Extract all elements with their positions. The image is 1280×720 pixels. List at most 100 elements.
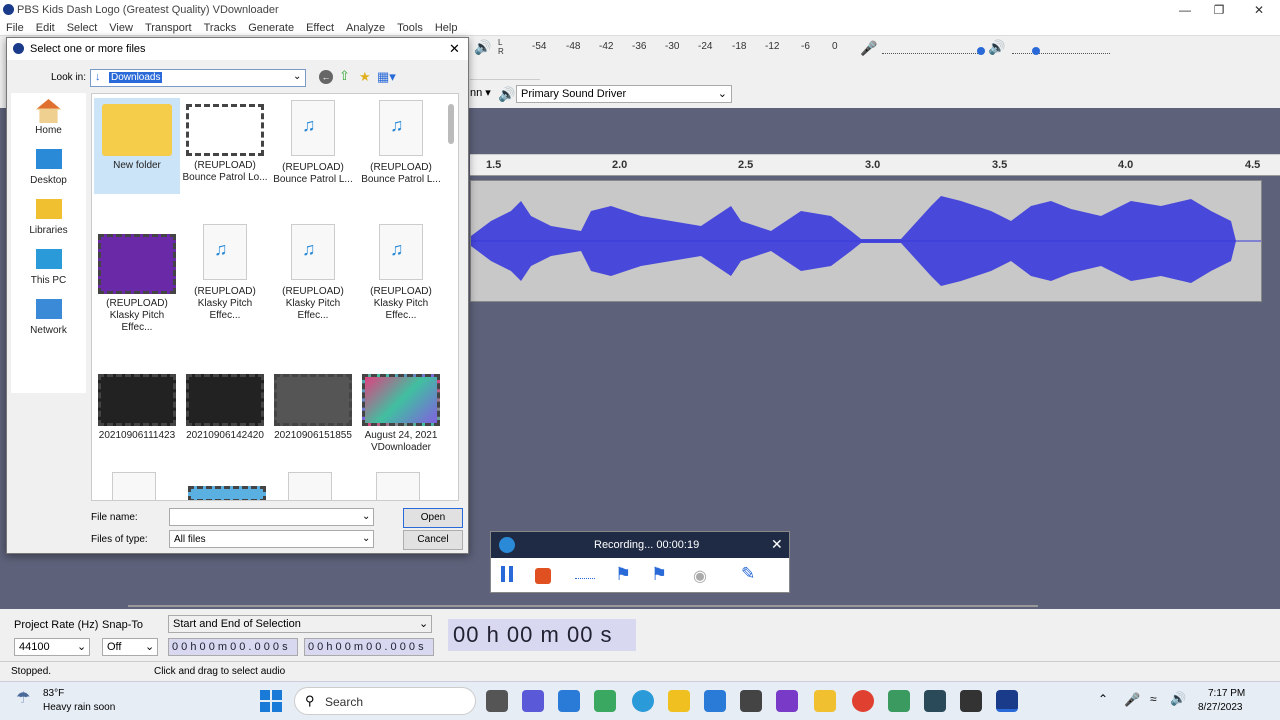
file-name: Klasky Pitch Effec... [285,298,341,321]
app-icon[interactable] [960,690,982,712]
menu-tracks[interactable]: Tracks [198,20,243,36]
place-home[interactable]: Home [11,99,86,136]
video-thumbnail-icon [98,374,176,426]
volume-icon[interactable]: 🔊 [1170,691,1186,707]
selection-start-time[interactable]: 0 0 h 0 0 m 0 0 . 0 0 0 s [168,638,298,656]
title-bar: PBS Kids Dash Logo (Greatest Quality) VD… [0,0,1280,20]
mail-icon[interactable] [704,690,726,712]
audio-track[interactable] [470,180,1262,302]
dialog-close-button[interactable]: ✕ [449,41,460,57]
chat-icon[interactable] [522,690,544,712]
file-explorer-icon[interactable] [814,690,836,712]
highlight-marker-icon[interactable]: ⚑ [651,564,667,585]
menu-file[interactable]: File [0,20,30,36]
place-network[interactable]: Network [11,299,86,336]
files-of-type-select[interactable]: All files ⌄ [169,530,374,548]
chevron-down-icon: ⌄ [362,533,371,544]
file-item[interactable]: August 24, 2021 VDownloader [358,374,444,454]
menu-tools[interactable]: Tools [391,20,429,36]
up-folder-icon[interactable]: ⇧ [339,68,350,84]
file-name: Bounce Patrol L... [361,174,441,185]
maximize-button[interactable]: ❐ [1200,0,1238,20]
audacity-icon[interactable] [996,690,1018,712]
output-device-select[interactable]: Primary Sound Driver ⌄ [516,85,732,103]
app-icon[interactable] [888,690,910,712]
wifi-icon[interactable]: ≈ [1150,692,1157,706]
recorder-close-button[interactable]: ✕ [771,536,783,553]
taskbar-search[interactable]: ⚲ Search [294,687,476,715]
vertical-scrollbar[interactable] [448,104,454,144]
clock-date[interactable]: 8/27/2023 [1198,702,1243,713]
status-hint: Click and drag to select audio [154,666,286,677]
menu-effect[interactable]: Effect [300,20,340,36]
meter-tick: -6 [801,41,810,52]
close-button[interactable]: ✕ [1240,0,1278,20]
place-libraries[interactable]: Libraries [11,199,86,236]
playback-meter[interactable]: -54 -48 -42 -36 -30 -24 -18 -12 -6 0 [510,38,840,58]
file-item[interactable]: ♫ (REUPLOAD) Klasky Pitch Effec... [358,224,444,322]
file-item[interactable]: (REUPLOAD) Bounce Patrol Lo... [182,104,268,184]
menu-view[interactable]: View [103,20,139,36]
file-item[interactable]: (REUPLOAD) Klasky Pitch Effec... [94,234,180,334]
new-folder-icon[interactable]: ★ [359,69,371,85]
menu-help[interactable]: Help [429,20,464,36]
menu-transport[interactable]: Transport [139,20,198,36]
chevron-up-icon[interactable]: ⌃ [1098,692,1108,706]
file-item[interactable]: 20210906151855 [270,374,356,442]
webcam-icon[interactable]: ◉ [693,566,707,586]
file-item[interactable]: ♫ (REUPLOAD) Klasky Pitch Effec... [182,224,268,322]
start-button[interactable] [260,690,282,712]
playback-volume-slider[interactable] [1012,40,1110,55]
camera-icon [499,537,515,553]
store-icon[interactable] [558,690,580,712]
meter-tick: 0 [832,41,838,52]
file-name-input[interactable]: ⌄ [169,508,374,526]
audio-position-time[interactable]: 00 h 00 m 00 s [448,619,636,651]
file-name: VDownloader [370,442,432,453]
file-item[interactable]: ♫ (REUPLOAD) Bounce Patrol L... [358,100,444,186]
stop-button[interactable] [535,568,551,584]
file-item[interactable]: 20210906111423 [94,374,180,442]
video-thumbnail-icon [362,374,440,426]
back-icon[interactable]: ← [319,70,333,84]
video-editor-icon[interactable] [776,690,798,712]
menu-select[interactable]: Select [61,20,104,36]
timeline-ruler[interactable]: 1.5 2.0 2.5 3.0 3.5 4.0 4.5 [470,154,1280,176]
chrome-icon[interactable] [852,690,874,712]
host-dropdown[interactable]: nn ▾ [470,84,494,102]
snap-to-select[interactable]: Off ⌄ [102,638,158,656]
selection-end-time[interactable]: 0 0 h 0 0 m 0 0 . 0 0 0 s [304,638,434,656]
file-item[interactable]: 20210906142420 [182,374,268,442]
project-rate-select[interactable]: 44100 ⌄ [14,638,90,656]
snipping-tool-icon[interactable] [594,690,616,712]
clock-time[interactable]: 7:17 PM [1208,688,1245,699]
pencil-icon[interactable]: ✎ [741,564,755,584]
selection-mode-select[interactable]: Start and End of Selection ⌄ [168,615,432,633]
file-item[interactable]: ♫ (REUPLOAD) Bounce Patrol L... [270,100,356,186]
app-icon[interactable] [924,690,946,712]
menu-analyze[interactable]: Analyze [340,20,391,36]
meter-tick: -36 [632,41,647,52]
microphone-icon[interactable]: 🎤 [1124,692,1140,708]
view-menu-icon[interactable]: ▦▾ [377,69,396,85]
pen-marker-icon[interactable]: ⚑ [615,564,631,585]
chevron-down-icon: ⌄ [362,511,371,522]
pause-button[interactable] [501,566,513,582]
task-view-icon[interactable] [486,690,508,712]
sticky-notes-icon[interactable] [668,690,690,712]
menu-generate[interactable]: Generate [242,20,300,36]
minimize-button[interactable]: — [1166,0,1204,20]
file-name: (REUPLOAD) [106,298,168,309]
recording-volume-slider[interactable] [882,40,985,55]
file-item[interactable]: ♫ (REUPLOAD) Klasky Pitch Effec... [270,224,356,322]
edge-icon[interactable] [632,690,654,712]
file-item[interactable]: New folder [94,98,180,194]
cancel-button[interactable]: Cancel [403,530,463,550]
file-list[interactable]: New folder (REUPLOAD) Bounce Patrol Lo...… [91,93,459,501]
place-this-pc[interactable]: This PC [11,249,86,286]
look-in-select[interactable]: ↓ Downloads ⌄ [90,69,306,87]
menu-edit[interactable]: Edit [30,20,61,36]
open-button[interactable]: Open [403,508,463,528]
place-desktop[interactable]: Desktop [11,149,86,186]
calculator-icon[interactable] [740,690,762,712]
